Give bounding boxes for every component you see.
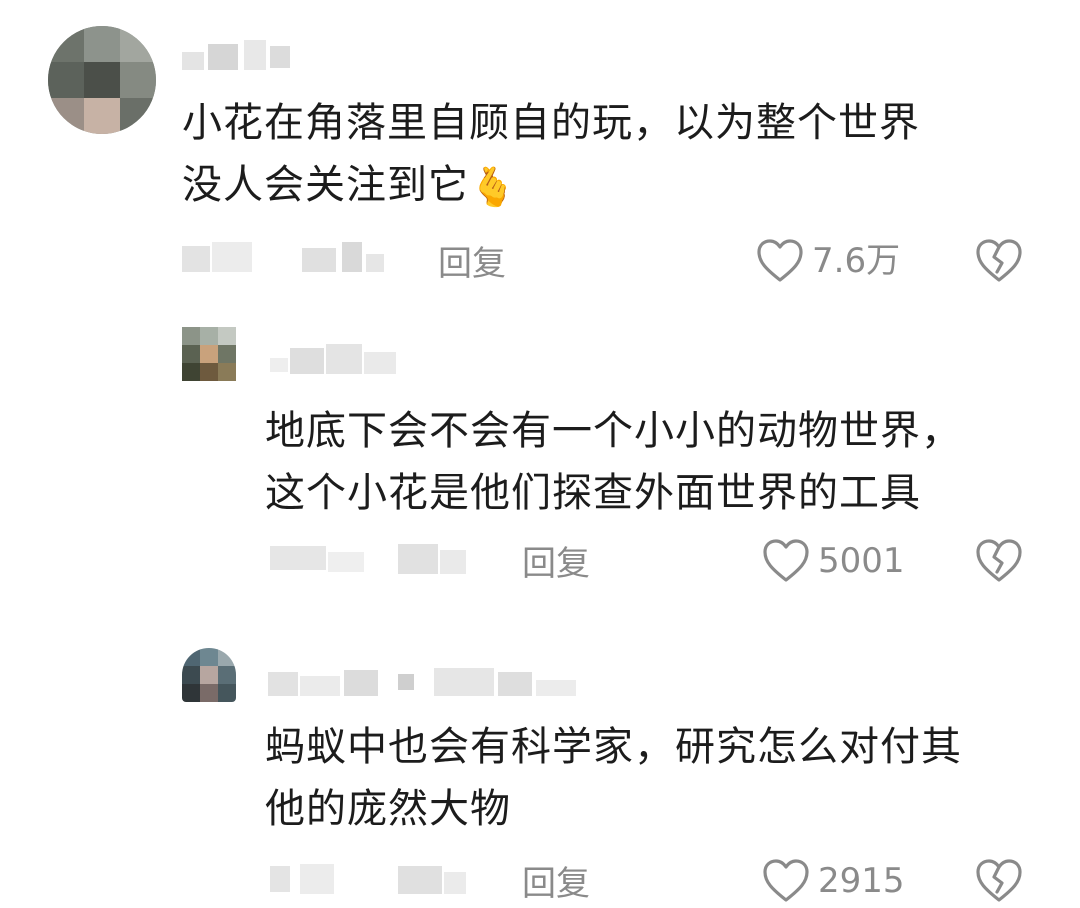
like-count: 2915 [818, 861, 905, 901]
like-button[interactable]: 7.6万 [756, 238, 900, 284]
avatar[interactable] [182, 327, 236, 381]
username-blurred[interactable] [268, 664, 588, 698]
comment-text-line2: 没人会关注到它 [182, 162, 469, 208]
reply-button[interactable]: 回复 [438, 244, 506, 284]
comment-meta-blurred [270, 540, 470, 580]
like-button[interactable]: 2915 [762, 858, 905, 904]
username-blurred[interactable] [182, 40, 292, 74]
comment-text-line: 蚂蚁中也会有科学家，研究怎么对付其 [265, 724, 962, 770]
comment-text-line: 小花在角落里自顾自的玩，以为整个世界 [182, 100, 920, 146]
comment-text: 地底下会不会有一个小小的动物世界， 这个小花是他们探查外面世界的工具 [265, 400, 962, 524]
heart-outline-icon [757, 239, 803, 282]
comment-meta-blurred [182, 238, 392, 278]
dislike-button[interactable] [975, 858, 1023, 908]
comment-text: 蚂蚁中也会有科学家，研究怎么对付其 他的庞然大物 [265, 716, 962, 840]
comment-text-line: 没人会关注到它🫰 [182, 154, 920, 216]
comment-text: 小花在角落里自顾自的玩，以为整个世界 没人会关注到它🫰 [182, 92, 920, 216]
comment-meta-blurred [270, 860, 470, 900]
broken-heart-icon [976, 539, 1022, 582]
comment-text-line: 这个小花是他们探查外面世界的工具 [265, 470, 921, 516]
heart-outline-icon [763, 859, 809, 902]
finger-heart-emoji-icon: 🫰 [469, 165, 518, 209]
reply-button[interactable]: 回复 [522, 544, 590, 584]
broken-heart-icon [976, 859, 1022, 902]
username-blurred[interactable] [270, 342, 400, 376]
heart-outline-icon [763, 539, 809, 582]
reply-button[interactable]: 回复 [522, 864, 590, 904]
like-count: 7.6万 [812, 241, 901, 281]
dislike-button[interactable] [975, 238, 1023, 288]
avatar[interactable] [48, 26, 156, 134]
like-button[interactable]: 5001 [762, 538, 905, 584]
like-count: 5001 [818, 541, 905, 581]
avatar[interactable] [182, 648, 236, 702]
broken-heart-icon [976, 239, 1022, 282]
comment-text-line: 他的庞然大物 [265, 786, 511, 832]
comment-text-line: 地底下会不会有一个小小的动物世界， [265, 408, 962, 454]
dislike-button[interactable] [975, 538, 1023, 588]
